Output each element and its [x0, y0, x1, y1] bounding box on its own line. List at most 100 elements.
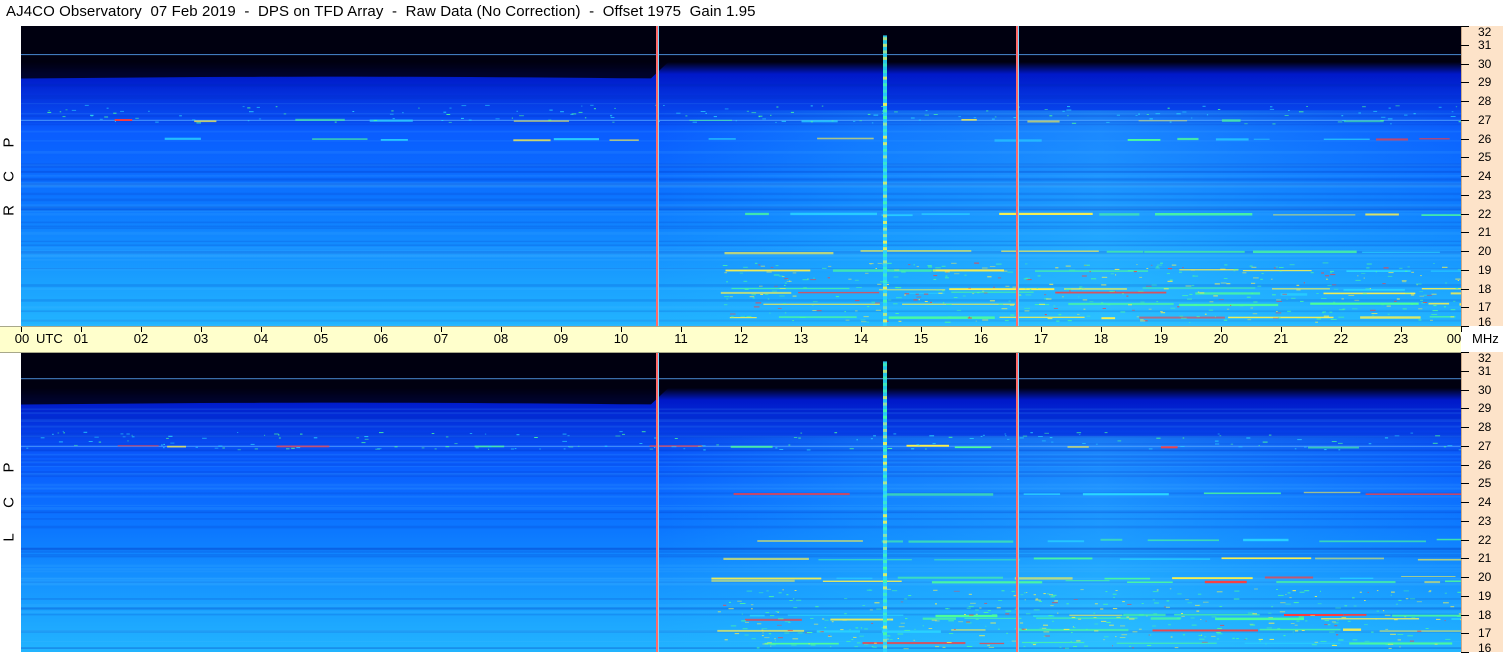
noise-stripe	[21, 459, 1461, 463]
signal-speckle	[918, 299, 920, 301]
signal-speckle	[488, 448, 490, 450]
signal-speckle	[874, 602, 880, 604]
signal-speckle	[863, 316, 869, 318]
signal-speckle	[781, 120, 786, 122]
signal-speckle	[1285, 603, 1291, 605]
signal-speckle	[806, 632, 813, 633]
signal-speckle	[1233, 270, 1236, 272]
signal-speckle	[1337, 121, 1343, 123]
vertical-stripe-segment	[883, 547, 887, 550]
signal-speckle	[977, 292, 980, 294]
signal-speckle	[1079, 287, 1081, 289]
signal-speckle	[1330, 272, 1332, 274]
signal-speckle	[966, 646, 973, 647]
signal-speckle	[610, 117, 615, 118]
signal-speckle	[1122, 601, 1125, 603]
signal-speckle	[1156, 266, 1159, 268]
noise-stripe	[21, 465, 1461, 468]
interference-band	[1272, 288, 1330, 290]
interference-band	[790, 212, 877, 216]
signal-speckle	[1129, 618, 1135, 620]
signal-speckle	[1211, 616, 1217, 618]
signal-speckle	[1170, 636, 1173, 638]
frequency-tick	[1461, 539, 1469, 541]
signal-speckle	[1195, 604, 1200, 606]
signal-speckle	[1007, 438, 1010, 440]
noise-stripe	[21, 97, 1461, 100]
vertical-stripe-segment	[883, 520, 887, 524]
signal-speckle	[1071, 122, 1077, 124]
signal-speckle	[1295, 630, 1299, 632]
signal-speckle	[1296, 284, 1300, 286]
signal-speckle	[1030, 432, 1033, 434]
signal-speckle	[26, 447, 29, 449]
signal-speckle	[1443, 446, 1447, 448]
signal-speckle	[904, 294, 907, 296]
signal-speckle	[1317, 603, 1322, 605]
signal-speckle	[1062, 296, 1064, 298]
signal-speckle	[1126, 295, 1129, 297]
signal-speckle	[889, 639, 893, 641]
signal-speckle	[1306, 106, 1308, 107]
signal-speckle	[1327, 624, 1331, 626]
signal-speckle	[1166, 273, 1170, 275]
signal-speckle	[985, 625, 987, 627]
signal-speckle	[778, 618, 784, 620]
signal-speckle	[1006, 632, 1008, 634]
signal-speckle	[148, 110, 150, 112]
signal-speckle	[1189, 322, 1191, 323]
interference-band	[745, 618, 802, 621]
noise-stripe	[21, 448, 1461, 452]
noise-stripe	[21, 319, 1461, 322]
signal-speckle	[1047, 318, 1053, 320]
noise-stripe	[21, 83, 1461, 87]
signal-speckle	[562, 433, 567, 435]
signal-speckle	[1258, 638, 1263, 640]
signal-speckle	[1277, 628, 1281, 630]
signal-speckle	[1341, 298, 1344, 300]
utc-tick-label: 01	[73, 331, 89, 346]
signal-speckle	[845, 319, 850, 321]
signal-speckle	[1129, 645, 1131, 647]
noise-stripe	[21, 179, 1461, 182]
signal-speckle	[964, 274, 967, 276]
frequency-tick	[1461, 614, 1469, 616]
noise-stripe	[21, 417, 1461, 420]
signal-speckle	[1148, 448, 1153, 450]
signal-speckle	[1169, 121, 1172, 123]
signal-speckle	[1364, 640, 1370, 642]
signal-speckle	[815, 606, 819, 608]
polarization-letter: L	[0, 533, 18, 542]
signal-speckle	[1133, 271, 1137, 273]
interference-band	[1101, 317, 1116, 320]
signal-speckle	[40, 437, 45, 439]
signal-speckle	[1402, 308, 1407, 310]
signal-speckle	[862, 605, 866, 606]
signal-speckle	[1079, 288, 1082, 290]
signal-speckle	[1331, 441, 1337, 442]
signal-speckle	[1078, 296, 1080, 298]
signal-speckle	[1402, 281, 1407, 283]
interference-band	[931, 581, 1043, 584]
signal-speckle	[1387, 313, 1390, 315]
signal-speckle	[753, 306, 760, 308]
noise-stripe	[21, 568, 1461, 571]
signal-speckle	[808, 643, 810, 645]
signal-speckle	[1390, 594, 1392, 596]
signal-speckle	[1261, 273, 1264, 274]
signal-speckle	[62, 116, 66, 118]
signal-speckle	[567, 435, 570, 437]
signal-speckle	[155, 121, 159, 123]
signal-speckle	[870, 438, 873, 440]
frequency-tick-label: 29	[1478, 75, 1492, 90]
interference-band	[1100, 538, 1123, 541]
signal-speckle	[1140, 320, 1146, 322]
signal-speckle	[1056, 320, 1060, 322]
interference-band	[1147, 539, 1219, 542]
signal-speckle	[614, 107, 616, 109]
signal-speckle	[639, 443, 643, 444]
interference-band	[725, 269, 811, 272]
frequency-tick	[1461, 408, 1469, 410]
signal-speckle	[933, 278, 937, 280]
interference-band	[1127, 581, 1173, 583]
